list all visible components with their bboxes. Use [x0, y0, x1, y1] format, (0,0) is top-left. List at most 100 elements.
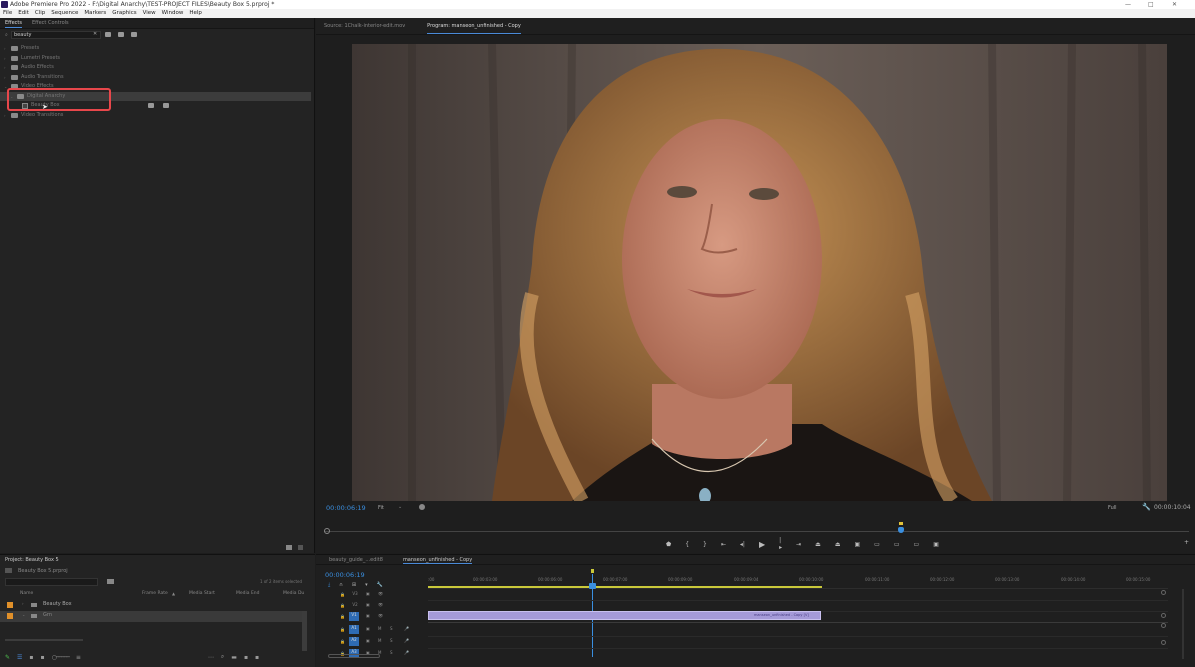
mic-icon[interactable]: 🎤 [404, 626, 409, 631]
minimize-button[interactable]: — [1125, 0, 1131, 9]
column-media-duration[interactable]: Media Du [283, 591, 304, 596]
eye-icon[interactable]: 👁 [378, 602, 383, 607]
yuv-effects-icon[interactable] [131, 32, 139, 39]
overwrite-icon[interactable]: ▭ [894, 541, 900, 548]
video-clip[interactable]: manseon_unfinished - Copy [V] [428, 611, 821, 620]
menu-view[interactable]: View [143, 9, 156, 18]
lock-icon[interactable]: 🔒 [340, 603, 345, 608]
find-icon[interactable]: ⌕ [221, 653, 224, 661]
menu-edit[interactable]: Edit [18, 9, 29, 18]
add-marker-icon[interactable]: ▾ [365, 582, 368, 588]
close-button[interactable]: ✕ [1172, 0, 1177, 9]
tree-item-audio-effects[interactable]: › Audio Effects [0, 63, 314, 73]
expand-arrow-icon[interactable]: › [4, 73, 6, 83]
export-frame-icon[interactable]: ▣ [855, 541, 861, 548]
timeline-vertical-scrollbar[interactable] [1182, 589, 1184, 659]
track-label[interactable]: A2 [349, 637, 359, 646]
pencil-icon[interactable]: ✎ [5, 654, 10, 661]
menu-help[interactable]: Help [189, 9, 202, 18]
column-name[interactable]: Name [20, 591, 33, 596]
clear-search-icon[interactable]: ✕ [93, 31, 97, 37]
mute-icon[interactable]: M [378, 638, 381, 643]
menu-clip[interactable]: Clip [35, 9, 45, 18]
step-forward-icon[interactable]: |▸ [779, 537, 782, 551]
sort-arrow-icon[interactable]: ▲ [172, 591, 175, 596]
track-label[interactable]: V3 [350, 591, 360, 599]
tab-effects[interactable]: Effects [5, 18, 22, 28]
track-label[interactable]: A1 [349, 625, 359, 634]
label-color-swatch[interactable] [7, 613, 13, 619]
project-panel-title[interactable]: Project: Beauty Box 5 [0, 555, 315, 565]
expand-arrow-icon[interactable]: › [4, 44, 6, 54]
mark-out-icon[interactable]: } [703, 541, 707, 548]
column-frame-rate[interactable]: Frame Rate [142, 591, 168, 596]
sync-lock-icon[interactable]: ▣ [366, 613, 370, 618]
32bit-effects-icon[interactable] [118, 32, 126, 39]
solo-icon[interactable]: S [390, 650, 393, 655]
track-label[interactable]: V1 [349, 612, 359, 621]
horizontal-scrollbar[interactable] [5, 639, 83, 641]
icon-view-icon[interactable]: ▪ [29, 654, 33, 661]
sync-lock-icon[interactable]: ▣ [366, 602, 370, 607]
tab-effect-controls[interactable]: Effect Controls [32, 18, 69, 28]
tab-sequence-manseon[interactable]: manseon_unfinished - Copy [402, 555, 473, 564]
linked-selection-icon[interactable]: ⊞ [352, 582, 356, 588]
scroll-handle-icon[interactable] [1161, 613, 1166, 618]
insert-icon[interactable]: ▭ [874, 541, 880, 548]
wrench-icon[interactable]: 🔧 [1142, 503, 1151, 511]
zoom-slider-icon[interactable]: ○───── [52, 654, 70, 661]
expand-arrow-icon[interactable]: › [4, 111, 6, 121]
project-item-row[interactable]: › Beauty Box [0, 600, 315, 611]
solo-icon[interactable]: S [390, 626, 393, 631]
resolution-dropdown[interactable]: Full [1108, 505, 1117, 511]
track-label[interactable]: V2 [350, 602, 360, 610]
lock-icon[interactable]: 🔒 [340, 614, 345, 619]
mic-icon[interactable]: 🎤 [404, 638, 409, 643]
sync-lock-icon[interactable]: ▣ [366, 638, 370, 643]
vertical-scrollbar[interactable] [302, 611, 307, 651]
project-item-row[interactable]: ⌄ Grn [0, 611, 305, 622]
zoom-level-dropdown[interactable]: Fit [378, 505, 384, 511]
mic-icon[interactable]: 🎤 [404, 650, 409, 655]
new-item-icon[interactable]: ▪ [244, 654, 248, 661]
comparison-view-icon[interactable]: ▭ [914, 541, 920, 548]
timeline-settings-icon[interactable]: 🔧 [377, 582, 383, 588]
mute-icon[interactable]: M [378, 626, 381, 631]
menu-sequence[interactable]: Sequence [51, 9, 78, 18]
step-back-icon[interactable]: ◂| [740, 541, 745, 548]
tree-item-presets[interactable]: › Presets [0, 44, 314, 54]
vr-video-icon[interactable]: ▣ [933, 541, 939, 548]
timeline-timecode[interactable]: 00:00:06:19 [325, 571, 365, 579]
list-view-icon[interactable]: ☰ [17, 654, 22, 661]
automate-to-sequence-icon[interactable]: ⋯ [208, 654, 214, 661]
add-marker-icon[interactable]: ⬟ [666, 541, 671, 548]
delete-icon[interactable] [298, 545, 303, 550]
menu-file[interactable]: File [3, 9, 12, 18]
freeform-view-icon[interactable]: ▪ [41, 654, 45, 661]
tree-item-audio-transitions[interactable]: › Audio Transitions [0, 73, 314, 83]
lock-icon[interactable]: 🔒 [340, 592, 345, 597]
snap-icon[interactable]: ∩ [339, 582, 343, 588]
column-media-start[interactable]: Media Start [189, 591, 215, 596]
tree-item-lumetri-presets[interactable]: › Lumetri Presets [0, 54, 314, 64]
scroll-handle-icon[interactable] [1161, 590, 1166, 595]
expand-arrow-icon[interactable]: › [22, 601, 24, 606]
tab-program[interactable]: Program: manseon_unfinished - Copy [427, 18, 521, 34]
project-search-input[interactable] [5, 578, 98, 586]
extract-icon[interactable]: ⏏ [835, 541, 841, 548]
expand-arrow-icon[interactable]: › [4, 54, 6, 64]
scrub-start-handle[interactable] [324, 528, 330, 534]
playhead-timecode[interactable]: 00:00:06:19 [326, 504, 366, 512]
play-icon[interactable]: ▶ [759, 540, 765, 549]
go-to-out-icon[interactable]: ⇥ [796, 541, 801, 548]
effects-search-input[interactable] [11, 31, 101, 39]
tab-source[interactable]: Source: 1Chalk-interior-edit.mov [324, 18, 405, 34]
lock-icon[interactable]: 🔒 [340, 627, 345, 632]
new-bin-icon[interactable] [286, 545, 292, 550]
scroll-handle-icon[interactable] [1161, 623, 1166, 628]
new-bin-icon[interactable]: ▬ [231, 654, 237, 661]
lock-icon[interactable]: 🔒 [340, 639, 345, 644]
solo-icon[interactable]: S [390, 638, 393, 643]
timeline-horizontal-scrollbar[interactable] [328, 654, 380, 658]
playhead-icon[interactable] [898, 527, 904, 533]
